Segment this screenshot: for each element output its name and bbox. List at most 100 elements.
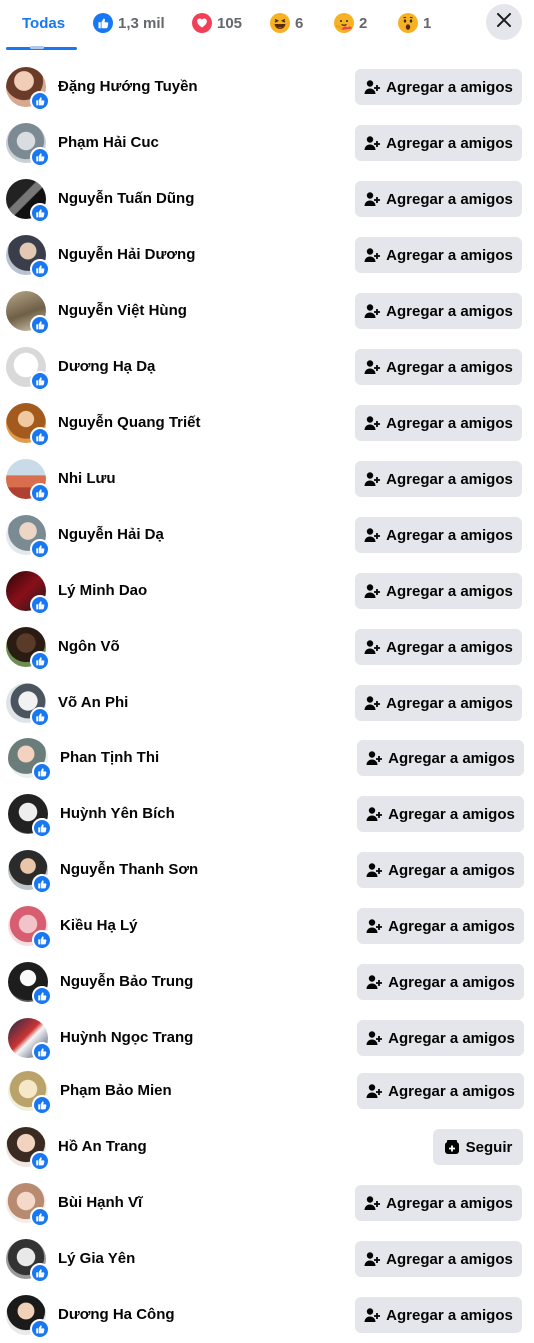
avatar-link[interactable] <box>6 515 50 559</box>
person-name[interactable]: Võ An Phi <box>58 675 128 731</box>
like-badge-icon <box>32 762 52 782</box>
person-name[interactable]: Dương Hạ Dạ <box>58 339 155 395</box>
avatar-link[interactable] <box>8 850 52 894</box>
add-friend-button[interactable]: Agregar a amigos <box>357 796 524 832</box>
tab-wow[interactable]: 1 <box>398 0 431 46</box>
tab-love[interactable]: 105 <box>192 0 242 46</box>
person-name[interactable]: Kiều Hạ Lý <box>60 898 138 954</box>
like-reaction-icon <box>93 13 113 33</box>
person-name[interactable]: Đặng Hướng Tuyền <box>58 59 198 115</box>
add-friend-button[interactable]: Agregar a amigos <box>357 1073 524 1109</box>
avatar-link[interactable] <box>6 179 50 223</box>
add-friend-button[interactable]: Agregar a amigos <box>355 293 522 329</box>
add-friend-icon <box>364 471 381 487</box>
add-friend-button[interactable]: Agregar a amigos <box>355 125 522 161</box>
person-name[interactable]: Phạm Bảo Mien <box>60 1063 172 1119</box>
avatar-link[interactable] <box>8 1071 52 1115</box>
button-label: Agregar a amigos <box>386 526 513 544</box>
person-name[interactable]: Nguyễn Bảo Trung <box>60 954 193 1010</box>
avatar-link[interactable] <box>8 962 52 1006</box>
person-name[interactable]: Lý Gia Yên <box>58 1231 135 1287</box>
add-friend-button[interactable]: Agregar a amigos <box>355 405 522 441</box>
button-label: Seguir <box>465 1138 513 1156</box>
tab-indicator-shadow <box>30 46 44 49</box>
add-friend-button[interactable]: Agregar a amigos <box>357 1020 524 1056</box>
like-badge-icon <box>30 147 50 167</box>
avatar-link[interactable] <box>6 1295 50 1339</box>
person-name[interactable]: Nguyễn Thanh Sơn <box>60 842 198 898</box>
add-friend-icon <box>364 1195 381 1211</box>
person-name[interactable]: Huỳnh Yên Bích <box>60 786 175 842</box>
person-name[interactable]: Nguyễn Quang Triết <box>58 395 201 451</box>
add-friend-button[interactable]: Agregar a amigos <box>355 69 522 105</box>
list-item: Dương Hạ Dạ Agregar a amigos <box>0 339 534 395</box>
add-friend-button[interactable]: Agregar a amigos <box>355 1297 522 1333</box>
avatar-link[interactable] <box>6 403 50 447</box>
avatar-link[interactable] <box>6 67 50 111</box>
add-friend-button[interactable]: Agregar a amigos <box>355 461 522 497</box>
avatar-link[interactable] <box>6 627 50 671</box>
person-name[interactable]: Nhi Lưu <box>58 451 116 507</box>
person-name[interactable]: Phạm Hải Cuc <box>58 115 159 171</box>
add-friend-button[interactable]: Agregar a amigos <box>355 685 522 721</box>
person-name[interactable]: Nguyễn Việt Hùng <box>58 283 187 339</box>
person-name[interactable]: Hồ An Trang <box>58 1119 147 1175</box>
add-friend-button[interactable]: Agregar a amigos <box>355 629 522 665</box>
avatar-link[interactable] <box>6 1127 50 1171</box>
person-name[interactable]: Dương Ha Công <box>58 1287 175 1343</box>
person-name[interactable]: Nguyễn Hải Dạ <box>58 507 164 563</box>
add-friend-button[interactable]: Agregar a amigos <box>355 181 522 217</box>
tab-care[interactable]: 2 <box>334 0 367 46</box>
add-friend-button[interactable]: Agregar a amigos <box>355 1241 522 1277</box>
list-item: Nguyễn Thanh Sơn Agregar a amigos <box>0 842 534 898</box>
like-badge-icon <box>30 91 50 111</box>
add-friend-icon <box>366 1030 383 1046</box>
button-label: Agregar a amigos <box>388 973 515 991</box>
list-item: Nguyễn Hải Dạ Agregar a amigos <box>0 507 534 563</box>
add-friend-button[interactable]: Agregar a amigos <box>357 740 524 776</box>
avatar-link[interactable] <box>6 291 50 335</box>
add-friend-button[interactable]: Agregar a amigos <box>355 573 522 609</box>
like-badge-icon <box>32 1042 52 1062</box>
add-friend-icon <box>366 806 383 822</box>
avatar-link[interactable] <box>6 459 50 503</box>
avatar-link[interactable] <box>8 1018 52 1062</box>
person-name[interactable]: Bùi Hạnh Vĩ <box>58 1175 142 1231</box>
like-badge-icon <box>30 1319 50 1339</box>
avatar-link[interactable] <box>6 1183 50 1227</box>
add-friend-button[interactable]: Agregar a amigos <box>357 852 524 888</box>
add-friend-button[interactable]: Agregar a amigos <box>355 349 522 385</box>
add-friend-icon <box>364 1251 381 1267</box>
add-friend-button[interactable]: Agregar a amigos <box>355 237 522 273</box>
add-friend-button[interactable]: Agregar a amigos <box>357 908 524 944</box>
avatar-link[interactable] <box>6 235 50 279</box>
person-name[interactable]: Ngôn Võ <box>58 619 120 675</box>
person-name[interactable]: Phan Tịnh Thi <box>60 730 159 786</box>
add-friend-button[interactable]: Agregar a amigos <box>357 964 524 1000</box>
avatar-link[interactable] <box>8 906 52 950</box>
add-friend-button[interactable]: Agregar a amigos <box>355 1185 522 1221</box>
person-name[interactable]: Lý Minh Dao <box>58 563 147 619</box>
person-name[interactable]: Nguyễn Tuấn Dũng <box>58 171 194 227</box>
avatar-link[interactable] <box>6 571 50 615</box>
follow-button[interactable]: Seguir <box>433 1129 523 1165</box>
tab-like[interactable]: 1,3 mil <box>93 0 165 46</box>
avatar-link[interactable] <box>8 794 52 838</box>
list-item: Lý Gia Yên Agregar a amigos <box>0 1231 534 1287</box>
avatar-link[interactable] <box>6 1239 50 1283</box>
add-friend-icon <box>364 303 381 319</box>
avatar-link[interactable] <box>6 347 50 391</box>
button-label: Agregar a amigos <box>386 246 513 264</box>
avatar-link[interactable] <box>8 738 52 782</box>
tab-all[interactable]: Todas <box>22 0 65 46</box>
list-item: Nguyễn Quang Triết Agregar a amigos <box>0 395 534 451</box>
close-button[interactable] <box>486 4 522 40</box>
button-label: Agregar a amigos <box>386 1194 513 1212</box>
tab-like-count: 1,3 mil <box>118 14 165 32</box>
person-name[interactable]: Nguyễn Hải Dương <box>58 227 195 283</box>
tab-haha[interactable]: 6 <box>270 0 303 46</box>
avatar-link[interactable] <box>6 683 50 727</box>
avatar-link[interactable] <box>6 123 50 167</box>
add-friend-button[interactable]: Agregar a amigos <box>355 517 522 553</box>
person-name[interactable]: Huỳnh Ngọc Trang <box>60 1010 193 1066</box>
